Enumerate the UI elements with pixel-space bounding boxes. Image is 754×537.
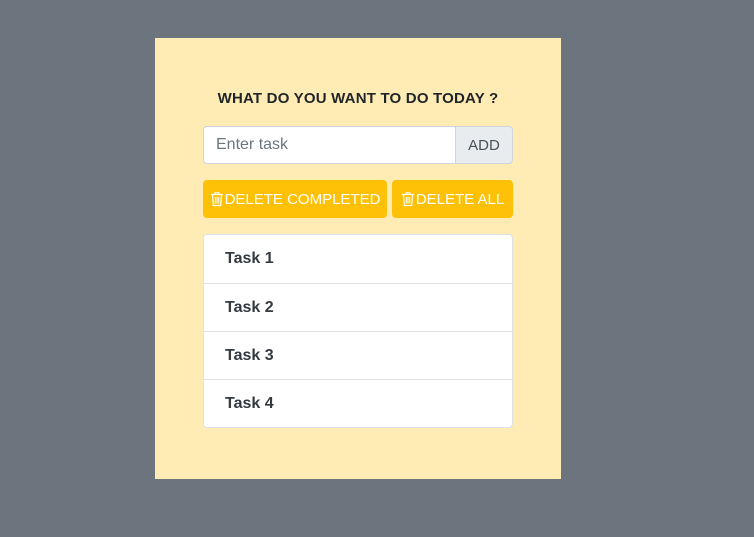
task-input[interactable] (203, 126, 455, 164)
todo-card: WHAT DO YOU WANT TO DO TODAY ? ADD DELET… (155, 38, 561, 479)
task-item[interactable]: Task 4 (204, 379, 512, 427)
task-item[interactable]: Task 3 (204, 331, 512, 379)
add-button[interactable]: ADD (455, 126, 513, 164)
task-list: Task 1 Task 2 Task 3 Task 4 (203, 234, 513, 428)
delete-completed-button[interactable]: DELETE COMPLETED (203, 180, 387, 218)
task-item[interactable]: Task 1 (204, 235, 512, 283)
delete-all-button[interactable]: DELETE ALL (392, 180, 513, 218)
delete-completed-label: DELETE COMPLETED (224, 190, 381, 208)
page-title: WHAT DO YOU WANT TO DO TODAY ? (217, 90, 499, 107)
trash-icon (210, 192, 223, 207)
delete-all-label: DELETE ALL (415, 190, 505, 208)
trash-icon (401, 192, 414, 207)
task-input-group: ADD (203, 126, 513, 164)
task-item[interactable]: Task 2 (204, 283, 512, 331)
